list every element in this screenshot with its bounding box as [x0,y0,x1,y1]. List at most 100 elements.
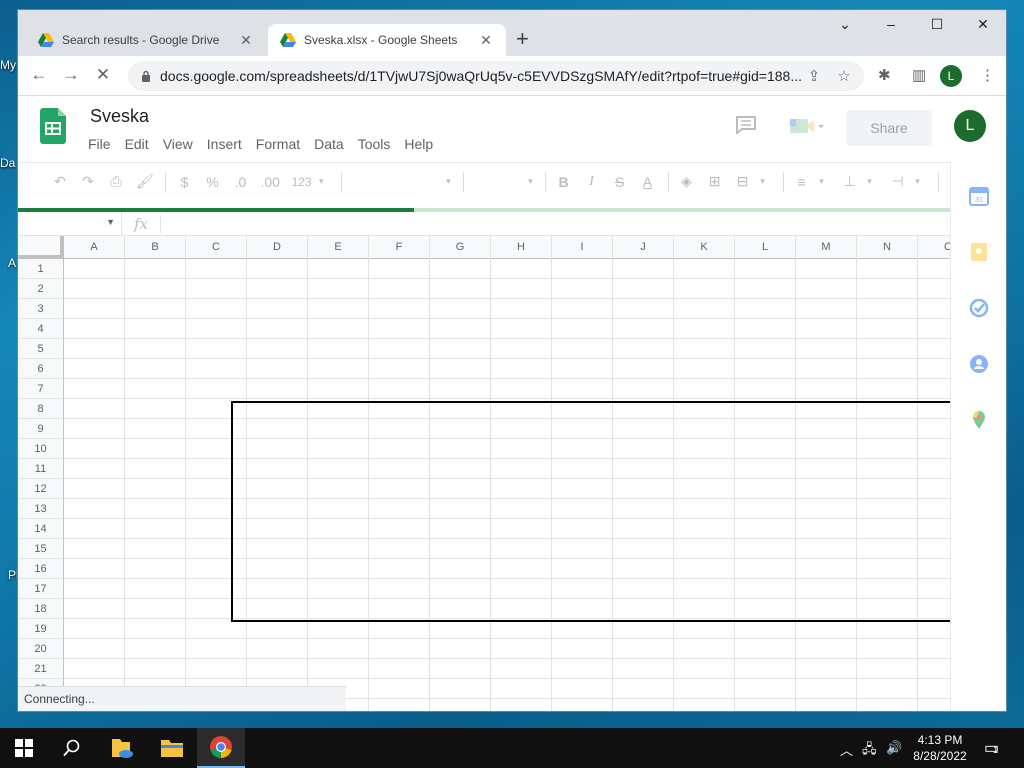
name-box[interactable]: ▼ [18,211,122,236]
start-button[interactable] [0,728,48,768]
system-clock[interactable]: 4:13 PM 8/28/2022 [908,732,972,764]
number-format-dropdown[interactable]: 123 [292,175,312,189]
column-header[interactable]: D [247,236,308,259]
row-header[interactable]: 15 [18,539,64,559]
back-arrow-icon[interactable]: ← [28,65,50,85]
user-avatar[interactable]: L [954,110,986,142]
document-title[interactable]: Sveska [90,106,149,127]
row-header[interactable]: 14 [18,519,64,539]
row-header[interactable]: 7 [18,379,64,399]
column-header[interactable]: F [369,236,430,259]
cell-area[interactable] [64,259,950,711]
row-header[interactable]: 13 [18,499,64,519]
column-header[interactable]: H [491,236,552,259]
side-panel-icon[interactable]: ▥ [912,66,926,84]
maps-pin-icon[interactable] [969,410,989,430]
chevron-down-icon[interactable]: ▾ [862,176,878,187]
fill-color-icon[interactable]: ◈ [679,173,695,190]
taskbar-app-file-explorer[interactable] [148,728,196,768]
chevron-down-icon[interactable]: ▾ [814,176,830,187]
column-header[interactable]: N [857,236,918,259]
borders-icon[interactable]: ⊞ [707,173,723,190]
row-header[interactable]: 1 [18,259,64,279]
row-header[interactable]: 16 [18,559,64,579]
row-header[interactable]: 12 [18,479,64,499]
row-header[interactable]: 10 [18,439,64,459]
new-tab-button[interactable]: + [516,28,529,50]
row-header[interactable]: 8 [18,399,64,419]
column-header[interactable]: E [308,236,369,259]
menu-view[interactable]: View [163,136,193,152]
column-header[interactable]: J [613,236,674,259]
tab-search-icon[interactable]: ⌄ [822,16,868,33]
paint-format-icon[interactable]: 🖌 [136,173,154,190]
text-wrapping-icon[interactable]: ⊣ [890,173,906,190]
stop-loading-icon[interactable]: ✕ [92,65,114,85]
address-bar[interactable]: docs.google.com/spreadsheets/d/1TVjwU7Sj… [128,61,864,91]
menu-format[interactable]: Format [256,136,300,152]
row-header[interactable]: 9 [18,419,64,439]
menu-kebab-icon[interactable]: ⋮ [980,66,995,84]
row-header[interactable]: 3 [18,299,64,319]
row-header[interactable]: 17 [18,579,64,599]
close-icon[interactable]: ✕ [238,32,254,49]
profile-avatar[interactable]: L [940,65,962,87]
contacts-icon[interactable] [969,354,989,374]
text-color-icon[interactable]: A [640,174,656,190]
tab-google-sheets[interactable]: Sveska.xlsx - Google Sheets ✕ [268,24,506,56]
merge-cells-icon[interactable]: ⊟ [735,173,751,190]
menu-file[interactable]: File [88,136,111,152]
menu-data[interactable]: Data [314,136,344,152]
currency-format-button[interactable]: $ [176,174,192,190]
vertical-align-icon[interactable]: ⊥ [842,173,858,190]
row-header[interactable]: 20 [18,639,64,659]
network-icon[interactable]: 🖧 [862,740,877,762]
row-header[interactable]: 11 [18,459,64,479]
share-button[interactable]: Share [846,110,932,146]
search-button[interactable] [48,728,96,768]
column-header[interactable]: C [918,236,950,259]
row-header[interactable]: 21 [18,659,64,679]
menu-tools[interactable]: Tools [358,136,391,152]
column-header[interactable]: B [125,236,186,259]
percent-format-button[interactable]: % [204,174,220,190]
menu-insert[interactable]: Insert [207,136,242,152]
chevron-down-icon[interactable]: ▾ [910,176,926,187]
increase-decimal-button[interactable]: .00 [260,174,279,190]
share-page-icon[interactable]: ⇪ [804,67,824,85]
chevron-down-icon[interactable]: ▼ [106,217,115,227]
calendar-icon[interactable]: 31 [969,186,989,206]
print-icon[interactable]: ⎙ [108,173,124,190]
volume-icon[interactable]: 🔊 [886,740,902,756]
bold-icon[interactable]: B [556,174,572,190]
keep-notes-icon[interactable] [969,242,989,262]
column-header[interactable]: M [796,236,857,259]
font-family-dropdown[interactable]: ▾ [352,176,451,187]
tab-google-drive[interactable]: Search results - Google Drive ✕ [26,24,266,56]
column-header[interactable]: K [674,236,735,259]
row-header[interactable]: 5 [18,339,64,359]
close-icon[interactable]: ✕ [478,32,494,49]
column-header[interactable]: G [430,236,491,259]
select-all-corner[interactable] [18,236,64,259]
italic-icon[interactable]: I [584,174,600,190]
forward-arrow-icon[interactable]: → [60,65,82,85]
maximize-button[interactable]: ☐ [914,16,960,33]
google-meet-icon[interactable] [790,116,826,136]
row-header[interactable]: 4 [18,319,64,339]
bookmark-star-icon[interactable]: ☆ [834,67,854,85]
row-header[interactable]: 19 [18,619,64,639]
comments-icon[interactable] [736,116,756,134]
lock-icon[interactable] [140,70,152,82]
row-header[interactable]: 6 [18,359,64,379]
taskbar-app-chrome[interactable] [197,728,245,768]
column-header[interactable]: L [735,236,796,259]
tasks-icon[interactable] [969,298,989,318]
minimize-button[interactable]: – [868,16,914,32]
font-size-dropdown[interactable]: ▾ [474,176,533,187]
chevron-down-icon[interactable]: ▾ [313,176,329,187]
google-sheets-logo-icon[interactable] [40,108,66,144]
extensions-puzzle-icon[interactable]: ✱ [878,66,891,84]
row-header[interactable]: 2 [18,279,64,299]
redo-icon[interactable]: ↷ [80,173,96,190]
